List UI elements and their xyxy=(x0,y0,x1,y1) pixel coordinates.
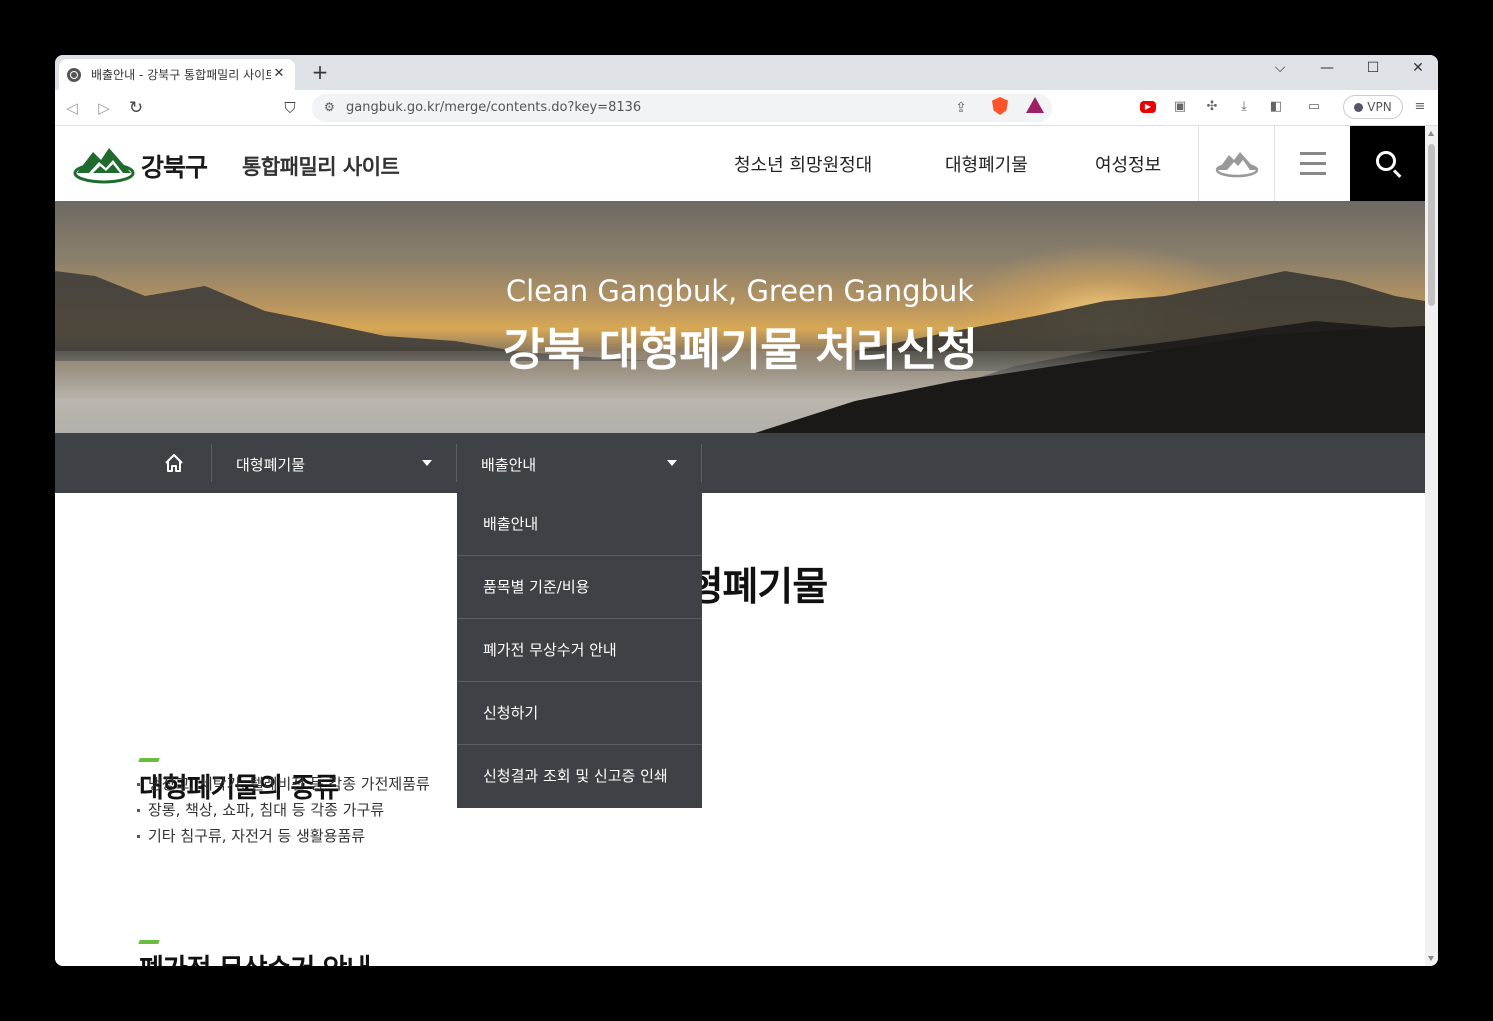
dropdown-item[interactable]: 폐가전 무상수거 안내 xyxy=(457,619,702,682)
tab-title: 배출안내 - 강북구 통합패밀리 사이트 xyxy=(91,68,271,82)
scroll-thumb[interactable] xyxy=(1428,144,1435,306)
forward-icon[interactable]: ▷ xyxy=(92,96,116,120)
tab-strip: 배출안내 - 강북구 통합패밀리 사이트 ✕ + ⌵ — ☐ ✕ xyxy=(55,55,1438,90)
location-divider xyxy=(456,444,457,482)
vpn-label: VPN xyxy=(1367,100,1392,114)
back-icon[interactable]: ◁ xyxy=(60,96,84,120)
gnb-youth[interactable]: 청소년 희망원정대 xyxy=(734,151,872,177)
list-item: 기타 침구류, 자전거 등 생활용품류 xyxy=(137,823,430,849)
location-depth2[interactable]: 배출안내 xyxy=(481,454,536,475)
vpn-button[interactable]: VPN xyxy=(1343,95,1403,119)
mountain-icon[interactable] xyxy=(1215,150,1259,178)
section-title-appliance: 폐가전 무상수거 안내 xyxy=(139,947,371,966)
browser-window: 배출안내 - 강북구 통합패밀리 사이트 ✕ + ⌵ — ☐ ✕ ◁ ▷ ↻ ⛉… xyxy=(55,55,1438,966)
location-bar: 대형폐기물 배출안내 xyxy=(55,433,1425,493)
scroll-up-icon[interactable] xyxy=(1428,131,1434,136)
wallet-icon[interactable]: ▭ xyxy=(1305,98,1323,116)
page-scrollbar[interactable] xyxy=(1425,126,1438,966)
hero-title: 강북 대형폐기물 처리신청 xyxy=(503,323,978,376)
hero-slogan: Clean Gangbuk, Green Gangbuk xyxy=(505,274,975,308)
header-divider xyxy=(1274,126,1275,201)
waste-type-list: 냉장고, 세탁기, 텔레비전 등 각종 가전제품류 장롱, 책상, 쇼파, 침대… xyxy=(137,771,430,849)
close-window-button[interactable]: ✕ xyxy=(1403,57,1433,79)
list-item: 냉장고, 세탁기, 텔레비전 등 각종 가전제품류 xyxy=(137,771,430,797)
bookmark-icon[interactable]: ⛉ xyxy=(278,96,302,120)
section-accent-bar xyxy=(138,758,160,762)
site-header: 강북구 통합패밀리 사이트 청소년 희망원정대 대형폐기물 여성정보 xyxy=(55,126,1425,201)
new-tab-button[interactable]: + xyxy=(308,61,332,85)
menu-icon[interactable]: ≡ xyxy=(1411,98,1429,116)
maximize-button[interactable]: ☐ xyxy=(1358,57,1388,79)
logo-subtitle[interactable]: 통합패밀리 사이트 xyxy=(242,151,400,181)
caret-down-icon[interactable] xyxy=(667,460,677,466)
site-info-icon[interactable]: ⚙ xyxy=(324,100,335,114)
section-accent-bar xyxy=(138,940,160,944)
search-icon xyxy=(1376,151,1396,171)
dropdown-item[interactable]: 신청하기 xyxy=(457,682,702,745)
dropdown-item[interactable]: 품목별 기준/비용 xyxy=(457,556,702,619)
hamburger-menu-icon[interactable] xyxy=(1300,152,1326,175)
vpn-status-icon xyxy=(1354,102,1364,112)
download-icon[interactable]: ⤓ xyxy=(1235,98,1253,116)
gnb-bulky-waste[interactable]: 대형폐기물 xyxy=(945,151,1028,177)
search-button[interactable] xyxy=(1350,126,1425,201)
tab-search-chevron-icon[interactable]: ⌵ xyxy=(1265,57,1295,79)
share-icon[interactable]: ⇪ xyxy=(952,99,970,117)
youtube-extension-icon[interactable]: ▶ xyxy=(1140,101,1156,113)
extensions-puzzle-icon[interactable]: ✣ xyxy=(1203,98,1221,116)
minimize-button[interactable]: — xyxy=(1312,57,1342,79)
location-divider xyxy=(701,444,702,482)
tab-close-icon[interactable]: ✕ xyxy=(271,66,287,82)
browser-toolbar: ◁ ▷ ↻ ⛉ ⚙ gangbuk.go.kr/merge/contents.d… xyxy=(55,90,1438,126)
screenshot-extension-icon[interactable]: ▣ xyxy=(1171,98,1189,116)
reload-icon[interactable]: ↻ xyxy=(124,96,148,120)
header-divider xyxy=(1198,126,1199,201)
search-icon-handle xyxy=(1392,169,1402,178)
logo-text[interactable]: 강북구 xyxy=(141,148,208,184)
address-bar[interactable]: ⚙ gangbuk.go.kr/merge/contents.do?key=81… xyxy=(312,94,1052,122)
home-icon[interactable] xyxy=(164,453,184,473)
gnb-women-info[interactable]: 여성정보 xyxy=(1095,151,1161,177)
hero-banner: Clean Gangbuk, Green Gangbuk 강북 대형폐기물 처리… xyxy=(55,201,1425,433)
globe-icon xyxy=(67,67,81,82)
page-title: 대형폐기물 xyxy=(652,565,828,610)
url-text: gangbuk.go.kr/merge/contents.do?key=8136 xyxy=(346,100,642,115)
list-item: 장롱, 책상, 쇼파, 침대 등 각종 가구류 xyxy=(137,797,430,823)
dropdown-item[interactable]: 배출안내 xyxy=(457,493,702,556)
gangbuk-logo-icon[interactable] xyxy=(73,146,135,184)
dropdown-item[interactable]: 신청결과 조회 및 신고증 인쇄 xyxy=(457,745,702,808)
sidebar-icon[interactable]: ◧ xyxy=(1267,98,1285,116)
scroll-down-icon[interactable] xyxy=(1428,956,1434,961)
caret-down-icon[interactable] xyxy=(422,460,432,466)
location-divider xyxy=(211,444,212,482)
brave-rewards-icon[interactable] xyxy=(1026,97,1044,113)
tab-active[interactable]: 배출안내 - 강북구 통합패밀리 사이트 ✕ xyxy=(59,59,295,90)
location-depth1[interactable]: 대형폐기물 xyxy=(236,454,305,475)
location-dropdown-menu: 배출안내 품목별 기준/비용 폐가전 무상수거 안내 신청하기 신청결과 조회 … xyxy=(457,493,702,808)
page-viewport: 강북구 통합패밀리 사이트 청소년 희망원정대 대형폐기물 여성정보 Clean… xyxy=(55,126,1425,966)
